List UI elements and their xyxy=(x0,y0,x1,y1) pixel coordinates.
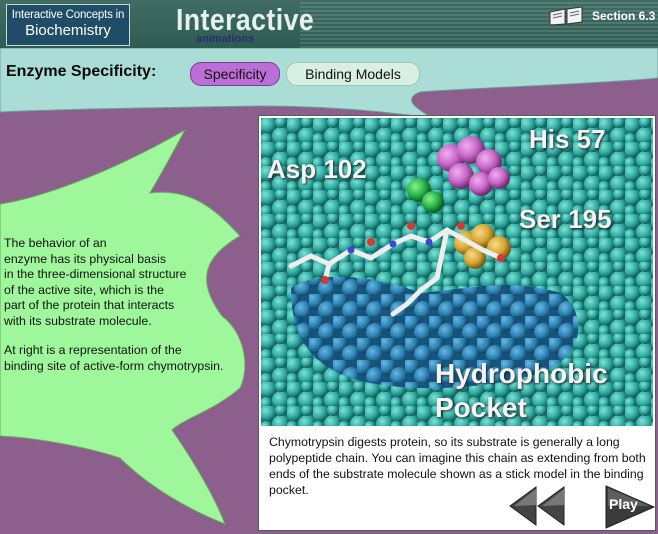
ser-195-label: Ser 195 xyxy=(519,204,612,234)
logo[interactable]: Interactive Concepts in Biochemistry xyxy=(6,4,130,46)
play-label: Play xyxy=(609,496,638,512)
intro-paragraph-2: At right is a representation of the bind… xyxy=(4,343,224,373)
image-panel: Asp 102 His 57 Ser 195 Hydrophobic Pocke… xyxy=(258,115,656,531)
logo-line1: Interactive Concepts in xyxy=(11,9,125,21)
tab-specificity[interactable]: Specificity xyxy=(190,62,280,86)
section-label: Section 6.3 xyxy=(592,9,656,23)
asp-102-label: Asp 102 xyxy=(267,154,367,184)
his-57-label: His 57 xyxy=(529,124,606,154)
brand-subtitle: animations xyxy=(196,33,255,45)
logo-line2: Biochemistry xyxy=(25,22,111,39)
chymotrypsin-binding-site-image: Asp 102 His 57 Ser 195 Hydrophobic Pocke… xyxy=(261,118,653,426)
rewind-button[interactable] xyxy=(506,485,566,527)
tab-binding-models[interactable]: Binding Models xyxy=(286,62,420,86)
open-book-icon xyxy=(549,6,583,26)
page-title: Enzyme Specificity: xyxy=(6,63,157,80)
image-caption: Chymotrypsin digests protein, so its sub… xyxy=(269,435,646,497)
hydrophobic-label: Hydrophobic xyxy=(435,358,608,389)
intro-paragraph-1: The behavior of an enzyme has its physic… xyxy=(4,236,187,328)
section-badge[interactable]: Section 6.3 xyxy=(548,6,655,26)
app-header: Interactive Concepts in Biochemistry Int… xyxy=(0,0,658,48)
rewind-icon xyxy=(509,486,565,526)
pocket-label: Pocket xyxy=(435,392,527,423)
intro-text: The behavior of an enzyme has its physic… xyxy=(4,236,244,388)
